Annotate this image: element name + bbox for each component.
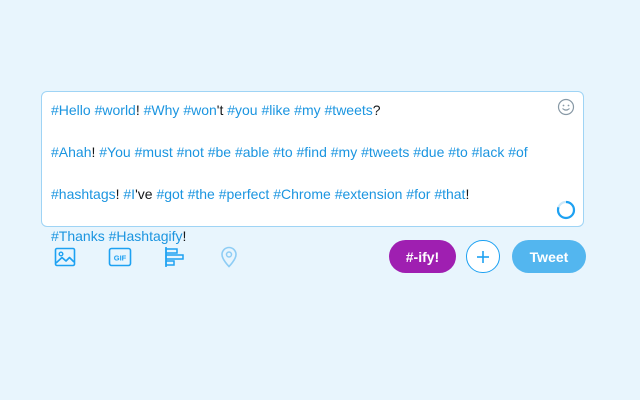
tweet-text-segment: !	[465, 186, 470, 202]
hashtag[interactable]: #like	[261, 102, 290, 118]
hashtag[interactable]: #Hello	[51, 102, 91, 118]
hashtag[interactable]: #to	[448, 144, 467, 160]
hashtag[interactable]: #Ahah	[51, 144, 91, 160]
hashtag[interactable]: #be	[208, 144, 231, 160]
gif-icon[interactable]: GIF	[108, 245, 132, 269]
hashtag[interactable]: #my	[294, 102, 320, 118]
tweet-line: #Ahah! #You #must #not #be #able #to #fi…	[51, 142, 549, 163]
hashtag[interactable]: #world	[95, 102, 136, 118]
tweet-line: #Hello #world! #Why #won't #you #like #m…	[51, 100, 549, 121]
hashtag[interactable]: #find	[297, 144, 327, 160]
hashtag[interactable]: #tweets	[361, 144, 409, 160]
hashtag[interactable]: #hashtags	[51, 186, 116, 202]
hashtag[interactable]: #lack	[472, 144, 505, 160]
add-tweet-button[interactable]	[466, 240, 500, 273]
hashtag[interactable]: #won	[183, 102, 216, 118]
tweet-line: #hashtags! #I've #got #the #perfect #Chr…	[51, 184, 549, 205]
hashtag[interactable]: #I	[123, 186, 135, 202]
smiley-icon[interactable]	[557, 98, 575, 116]
hashtag[interactable]: #extension	[335, 186, 403, 202]
hashtag[interactable]: #not	[177, 144, 204, 160]
hashtag[interactable]: #Chrome	[273, 186, 331, 202]
hashtag[interactable]: #of	[508, 144, 527, 160]
tweet-text-area[interactable]: #Hello #world! #Why #won't #you #like #m…	[51, 100, 549, 247]
hashtag[interactable]: #tweets	[325, 102, 373, 118]
tweet-button[interactable]: Tweet	[512, 240, 586, 273]
tweet-text-segment: !	[135, 102, 144, 118]
hashtag[interactable]: #my	[331, 144, 357, 160]
hashtag[interactable]: #the	[188, 186, 215, 202]
tweet-text-segment: 't	[216, 102, 228, 118]
hashtag[interactable]: #perfect	[219, 186, 270, 202]
hashtag[interactable]: #that	[434, 186, 465, 202]
hashtag[interactable]: #Thanks	[51, 228, 105, 244]
poll-icon[interactable]	[163, 245, 187, 269]
image-icon[interactable]	[53, 245, 77, 269]
hashtag[interactable]: #for	[406, 186, 430, 202]
tweet-text-segment: 've	[135, 186, 157, 202]
hashtag[interactable]: #Why	[144, 102, 180, 118]
tweet-text-segment: ?	[372, 102, 381, 118]
tweet-text-segment: !	[182, 228, 187, 244]
hashtag[interactable]: #got	[156, 186, 183, 202]
gif-label: GIF	[114, 253, 127, 262]
tweet-composer[interactable]: #Hello #world! #Why #won't #you #like #m…	[41, 91, 584, 244]
hashtagify-button[interactable]: #-ify!	[389, 240, 456, 273]
hashtag[interactable]: #You	[99, 144, 130, 160]
character-count-ring	[556, 200, 576, 220]
hashtag[interactable]: #due	[413, 144, 444, 160]
plus-icon	[477, 250, 489, 263]
hashtag[interactable]: #to	[273, 144, 292, 160]
hashtag[interactable]: #you	[227, 102, 257, 118]
hashtag[interactable]: #must	[135, 144, 173, 160]
location-pin-icon[interactable]	[217, 245, 241, 269]
hashtag[interactable]: #Hashtagify	[109, 228, 183, 244]
hashtag[interactable]: #able	[235, 144, 269, 160]
